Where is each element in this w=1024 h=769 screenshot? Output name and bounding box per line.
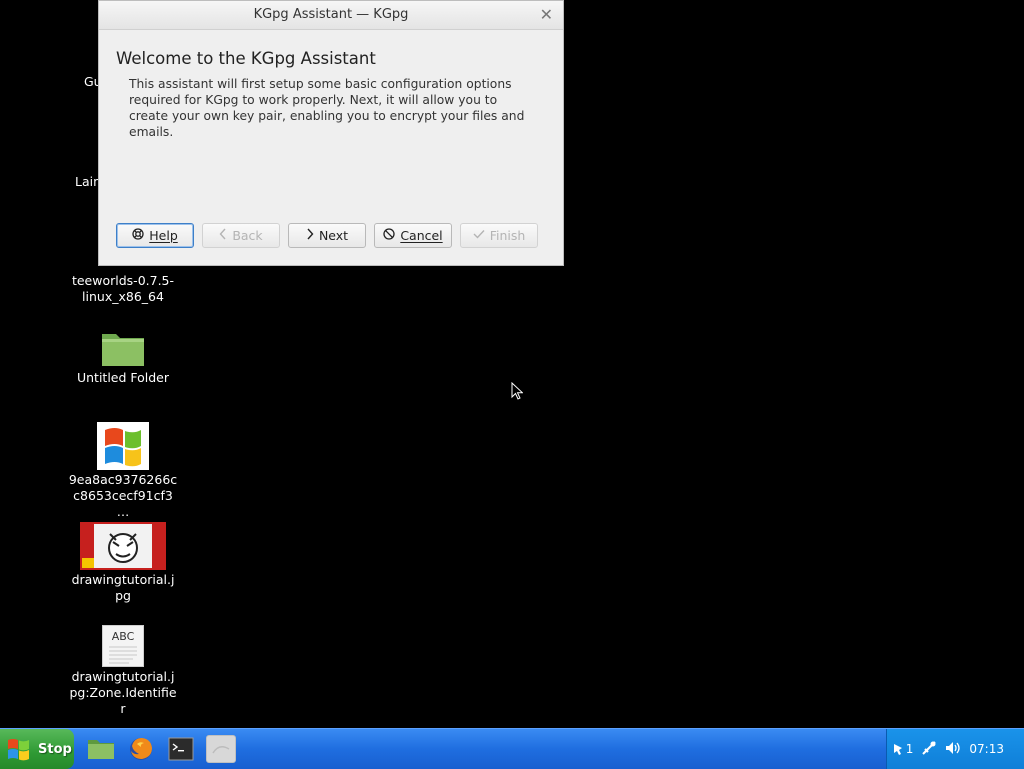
terminal-icon[interactable] [166, 735, 196, 763]
dialog-description: This assistant will first setup some bas… [129, 77, 525, 139]
desktop-icon-zone-identifier[interactable]: ABC drawingtutorial.jpg:Zone.Identifier [68, 625, 178, 717]
windows-logo-image-icon [97, 422, 149, 470]
dialog-titlebar[interactable]: KGpg Assistant — KGpg ✕ [99, 1, 563, 30]
clock[interactable]: 07:13 [969, 742, 1004, 756]
finish-button-label: Finish [489, 228, 526, 243]
windows-logo-icon [6, 736, 32, 762]
close-icon[interactable]: ✕ [540, 1, 553, 29]
taskbar: Stop 1 07:13 [0, 728, 1024, 769]
dialog-heading: Welcome to the KGpg Assistant [116, 49, 376, 68]
network-icon[interactable] [921, 740, 937, 759]
cancel-button-label: Cancel [400, 228, 443, 243]
checkmark-icon [473, 229, 485, 242]
firefox-icon[interactable] [126, 735, 156, 763]
help-button[interactable]: Help [116, 223, 194, 248]
file-manager-icon[interactable] [86, 735, 116, 763]
desktop-icon-label: drawingtutorial.jpg [71, 572, 175, 603]
folder-icon [100, 330, 146, 368]
desktop-icon-label: Untitled Folder [76, 370, 170, 385]
document-thumb-text: ABC [111, 630, 135, 643]
notification-count: 1 [905, 742, 914, 756]
desktop-icon-untitled-folder[interactable]: Untitled Folder [68, 330, 178, 386]
dialog-title: KGpg Assistant — KGpg [253, 7, 409, 22]
desktop-icon-teeworlds[interactable]: teeworlds-0.7.5-linux_x86_64 [68, 273, 178, 305]
cancel-button[interactable]: Cancel [374, 223, 452, 248]
lifebuoy-icon [132, 228, 144, 243]
next-button[interactable]: Next [288, 223, 366, 248]
kgpg-assistant-dialog: KGpg Assistant — KGpg ✕ Welcome to the K… [98, 0, 564, 266]
back-button[interactable]: Back [202, 223, 280, 248]
desktop-icon-drawingtutorial[interactable]: drawingtutorial.jpg [68, 522, 178, 604]
image-thumbnail-icon [80, 522, 166, 570]
cancel-icon [383, 228, 395, 243]
finish-button[interactable]: Finish [460, 223, 538, 248]
text-document-icon: ABC [102, 625, 144, 667]
notifications-icon[interactable]: 1 [891, 742, 914, 756]
desktop-icon-label: drawingtutorial.jpg:Zone.Identifier [69, 669, 177, 716]
start-button-label: Stop [38, 741, 72, 757]
volume-icon[interactable] [945, 741, 961, 758]
mouse-cursor-icon [511, 381, 524, 404]
chevron-left-icon [219, 228, 227, 243]
blank-window-icon[interactable] [206, 735, 236, 763]
desktop-icon-label: teeworlds-0.7.5-linux_x86_64 [71, 273, 175, 304]
desktop-icon-image-file[interactable]: 9ea8ac9376266cc8653cecf91cf3… [68, 422, 178, 520]
help-button-label: Help [149, 228, 178, 243]
next-button-label: Next [318, 228, 349, 243]
start-button[interactable]: Stop [0, 729, 74, 769]
desktop-icon-label: 9ea8ac9376266cc8653cecf91cf3… [68, 472, 178, 519]
back-button-label: Back [232, 228, 263, 243]
chevron-right-icon [306, 228, 314, 243]
system-tray: 1 07:13 [886, 729, 1024, 769]
